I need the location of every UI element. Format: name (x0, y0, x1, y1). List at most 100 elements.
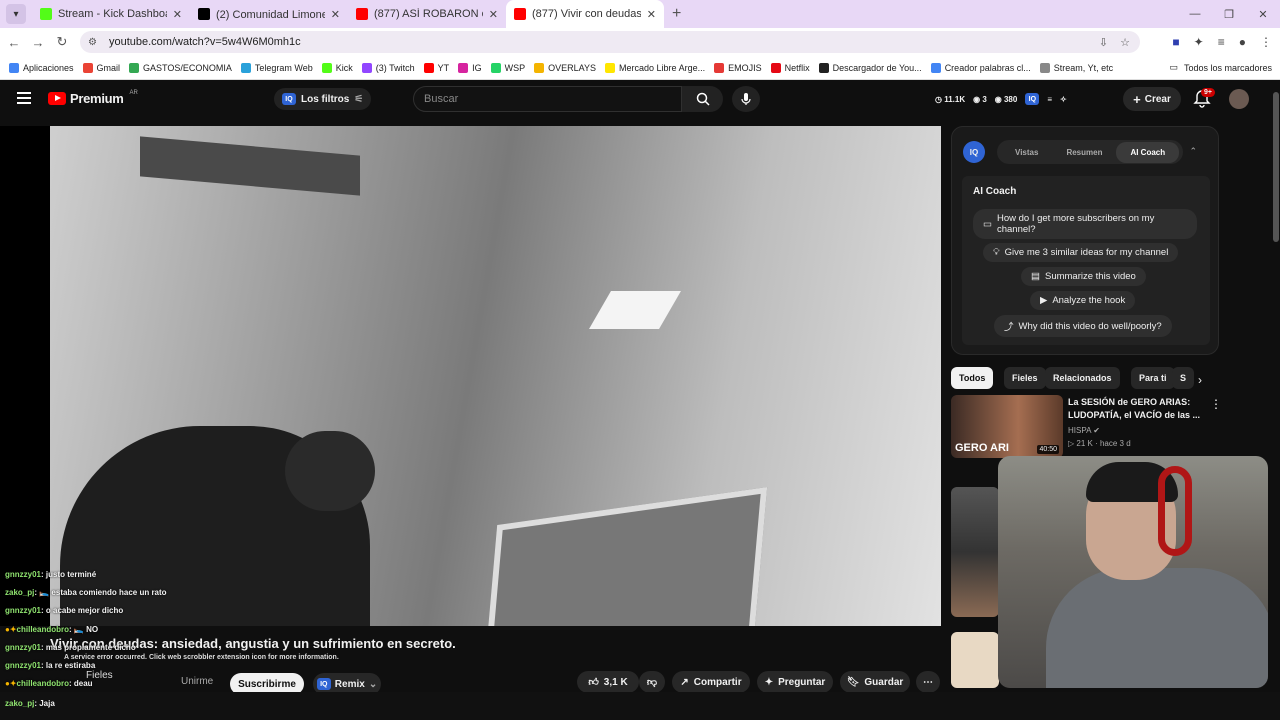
site-info-icon[interactable]: ⚙ (88, 37, 97, 48)
browser-tab[interactable]: (2) Comunidad Limoneros 💛 ✕ (190, 0, 348, 28)
bookmark-item[interactable]: Gmail (82, 62, 120, 73)
chevron-up-icon[interactable]: ⌃ (1189, 146, 1197, 157)
tab-favicon-icon (198, 8, 210, 20)
search-input[interactable]: Buscar (413, 86, 682, 112)
reading-list-icon[interactable]: ≡ (1218, 35, 1225, 49)
dislike-button[interactable]: 👎︎ (639, 671, 665, 693)
panel-tabs: Vistas Resumen AI Coach (997, 140, 1184, 164)
bookmark-label: YT (437, 62, 450, 73)
suggestion-text: Summarize this video (1044, 271, 1136, 282)
filter-chip[interactable]: Para ti (1131, 367, 1175, 389)
bookmark-item[interactable]: YT (423, 62, 450, 73)
voice-search-button[interactable] (732, 86, 760, 112)
bookmark-item[interactable]: OVERLAYS (534, 62, 596, 73)
back-button[interactable]: ← (2, 35, 26, 50)
bookmark-item[interactable]: Mercado Libre Arge... (605, 62, 705, 73)
list-icon[interactable]: ≡ (1047, 95, 1052, 104)
ask-button[interactable]: ✦ Preguntar (757, 671, 833, 693)
install-icon[interactable]: ⇩ (1099, 36, 1108, 49)
forward-button[interactable]: → (26, 35, 50, 50)
channel-name[interactable]: HISPA (1068, 426, 1091, 435)
notification-count-badge: 9+ (1201, 88, 1215, 97)
bookmark-star-icon[interactable]: ☆ (1120, 36, 1130, 49)
profile-avatar-icon[interactable]: ● (1239, 35, 1246, 49)
more-vert-icon[interactable]: ⋮ (1210, 397, 1222, 411)
recommendation-thumbnail-3[interactable] (951, 632, 999, 688)
chevron-right-icon[interactable]: › (1198, 373, 1202, 387)
reload-button[interactable]: ↻ (50, 34, 74, 50)
youtube-logo[interactable]: Premium AR (48, 90, 138, 106)
restore-button[interactable]: ❐ (1212, 0, 1246, 28)
new-tab-button[interactable]: + (672, 5, 681, 23)
bookmark-item[interactable]: EMOJIS (714, 62, 762, 73)
account-avatar[interactable] (1229, 89, 1249, 109)
create-button[interactable]: + Crear (1123, 87, 1181, 111)
thumbs-down-icon: 👎︎ (646, 677, 658, 688)
video-player[interactable] (0, 126, 941, 626)
extensions-puzzle-icon[interactable]: ✦ (1194, 35, 1204, 49)
share-button[interactable]: ↗ Compartir (672, 671, 750, 693)
sliders-icon: ⚟ (354, 93, 364, 105)
sparkle-icon[interactable]: ✧ (1060, 95, 1067, 104)
suggestion-subscribers[interactable]: ▭ How do I get more subscribers on my ch… (973, 209, 1197, 239)
page-scrollbar[interactable] (1272, 80, 1280, 690)
url-text: youtube.com/watch?v=5w4W6M0mh1c (108, 36, 301, 48)
browser-tab[interactable]: (877) ASÍ ROBARON el BANCO ✕ (348, 0, 506, 28)
close-tab-icon[interactable]: ✕ (331, 8, 340, 21)
recommendation-item[interactable]: GERO ARI 40:50 La SESIÓN de GERO ARIAS: … (951, 395, 1222, 460)
save-button[interactable]: 🔖︎ Guardar (840, 671, 910, 693)
tab-search-button[interactable]: ▾ (6, 4, 26, 24)
filter-chip[interactable]: S (1172, 367, 1195, 389)
filters-button[interactable]: IQ Los filtros ⚟ (274, 88, 372, 110)
close-tab-icon[interactable]: ✕ (489, 8, 498, 21)
browser-menu-icon[interactable]: ⋮ (1260, 35, 1272, 49)
recommendation-thumbnail[interactable]: GERO ARI 40:50 (951, 395, 1063, 458)
microphone-icon (741, 93, 751, 105)
suggestion-ideas[interactable]: 💡︎ Give me 3 similar ideas for my channe… (983, 243, 1179, 262)
panel-tab[interactable]: Vistas (1001, 142, 1052, 163)
filter-chip[interactable]: Todos (951, 367, 994, 389)
bookmark-label: Descargador de You... (832, 62, 922, 73)
bookmark-item[interactable]: GASTOS/ECONOMIA (129, 62, 232, 73)
bookmark-item[interactable]: (3) Twitch (361, 62, 415, 73)
browser-tab[interactable]: (877) Vivir con deudas: ansiedad ✕ (506, 0, 664, 28)
more-actions-button[interactable]: ⋯ (916, 671, 940, 693)
remix-label: Remix (334, 678, 365, 690)
bookmark-item[interactable]: IG (458, 62, 482, 73)
bookmark-item[interactable]: Descargador de You... (818, 62, 922, 73)
panel-tab[interactable]: AI Coach (1116, 141, 1180, 163)
recommendation-thumbnail-2[interactable] (951, 487, 999, 617)
bookmark-item[interactable]: WSP (490, 62, 525, 73)
bookmark-item[interactable]: Kick (321, 62, 353, 73)
browser-tab[interactable]: Stream - Kick Dashboard ✕ (32, 0, 190, 28)
scrollbar-thumb[interactable] (1273, 92, 1279, 242)
hamburger-menu-icon[interactable] (17, 92, 31, 104)
bookmark-item[interactable]: Creador palabras cl... (930, 62, 1031, 73)
recommendation-title[interactable]: La SESIÓN de GERO ARIAS: LUDOPATÍA, el V… (1068, 396, 1206, 422)
suggestion-text: Give me 3 similar ideas for my channel (1004, 247, 1169, 258)
chat-last-message: zako_pj: Jaja (5, 699, 55, 708)
search-button[interactable] (682, 86, 723, 112)
panel-header: IQ Vistas Resumen AI Coach ⌃ (963, 140, 1207, 164)
suggestion-hook[interactable]: ▶ Analyze the hook (1030, 291, 1136, 310)
like-button[interactable]: 👍︎ 3,1 K (577, 671, 639, 693)
close-tab-icon[interactable]: ✕ (173, 8, 182, 21)
iq-toolbar-icon[interactable]: IQ (1025, 93, 1040, 105)
address-bar[interactable]: ⚙ youtube.com/watch?v=5w4W6M0mh1c ⇩ ☆ (80, 31, 1140, 53)
bookmark-favicon-icon (818, 62, 829, 73)
extension-icon[interactable]: ■ (1172, 35, 1179, 49)
close-tab-icon[interactable]: ✕ (647, 8, 656, 21)
panel-tab[interactable]: Resumen (1052, 142, 1116, 163)
minimize-button[interactable]: — (1178, 0, 1212, 28)
bookmark-item[interactable]: Aplicaciones (9, 62, 74, 73)
suggestion-performance[interactable]: ⤴ Why did this video do well/poorly? (994, 315, 1172, 337)
close-window-button[interactable]: ✕ (1246, 0, 1280, 28)
bookmark-item[interactable]: Netflix (770, 62, 810, 73)
all-bookmarks[interactable]: ▭ Todos los marcadores (1169, 62, 1272, 73)
suggestion-summarize[interactable]: ▤ Summarize this video (1021, 267, 1146, 286)
play-box-icon: ▶ (1040, 295, 1048, 306)
bookmark-item[interactable]: Stream, Yt, etc (1039, 62, 1113, 73)
filter-chip[interactable]: Fieles (1004, 367, 1046, 389)
bookmark-item[interactable]: Telegram Web (240, 62, 313, 73)
filter-chip[interactable]: Relacionados (1045, 367, 1120, 389)
